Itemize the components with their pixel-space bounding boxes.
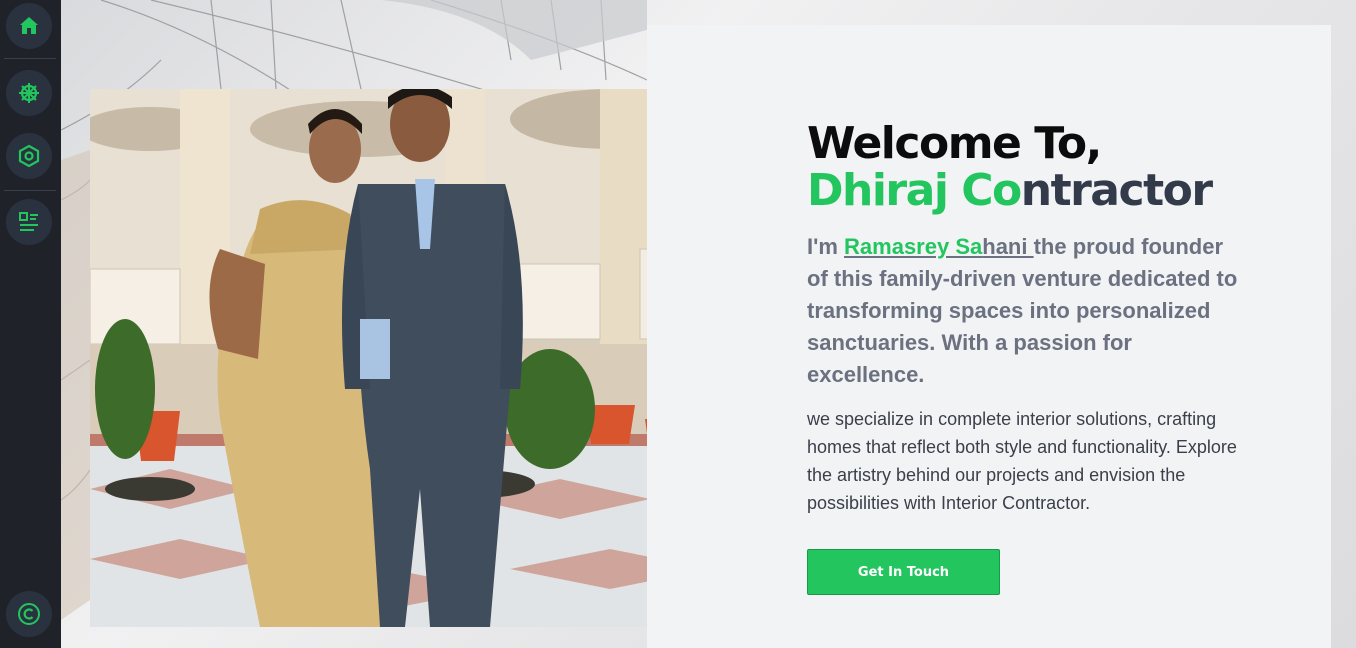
founder-photo-image [90, 89, 711, 627]
brand-title-green: Dhiraj Co [807, 165, 1022, 216]
sidebar-divider [4, 190, 56, 191]
brand-title: Dhiraj Contractor [807, 165, 1213, 216]
get-in-touch-button[interactable]: Get In Touch [807, 549, 1000, 595]
home-icon [20, 17, 38, 34]
founder-name-dark: hani [982, 234, 1034, 259]
copyright-icon [18, 603, 40, 625]
sidebar [0, 0, 61, 648]
sidebar-item-details[interactable] [6, 199, 52, 245]
sidebar-item-home[interactable] [6, 3, 52, 49]
sidebar-divider [4, 58, 56, 59]
sidebar-item-projects[interactable] [6, 133, 52, 179]
lead-prefix: I'm [807, 234, 845, 259]
intro-lead: I'm Ramasrey Sahani the proud founder of… [807, 231, 1247, 391]
intro-body: we specialize in complete interior solut… [807, 409, 1237, 513]
founder-name-link[interactable]: Ramasrey Sahani [844, 234, 1034, 259]
hexagon-icon [18, 144, 40, 168]
page-title: Welcome To, [807, 118, 1102, 169]
founder-photo [90, 89, 711, 627]
sidebar-item-services[interactable] [6, 70, 52, 116]
sidebar-item-copyright[interactable] [6, 591, 52, 637]
brand-title-dark: ntractor [1020, 165, 1213, 216]
helm-icon [19, 83, 39, 103]
founder-name-green: Ramasrey Sa [844, 234, 983, 259]
list-icon [19, 212, 38, 231]
